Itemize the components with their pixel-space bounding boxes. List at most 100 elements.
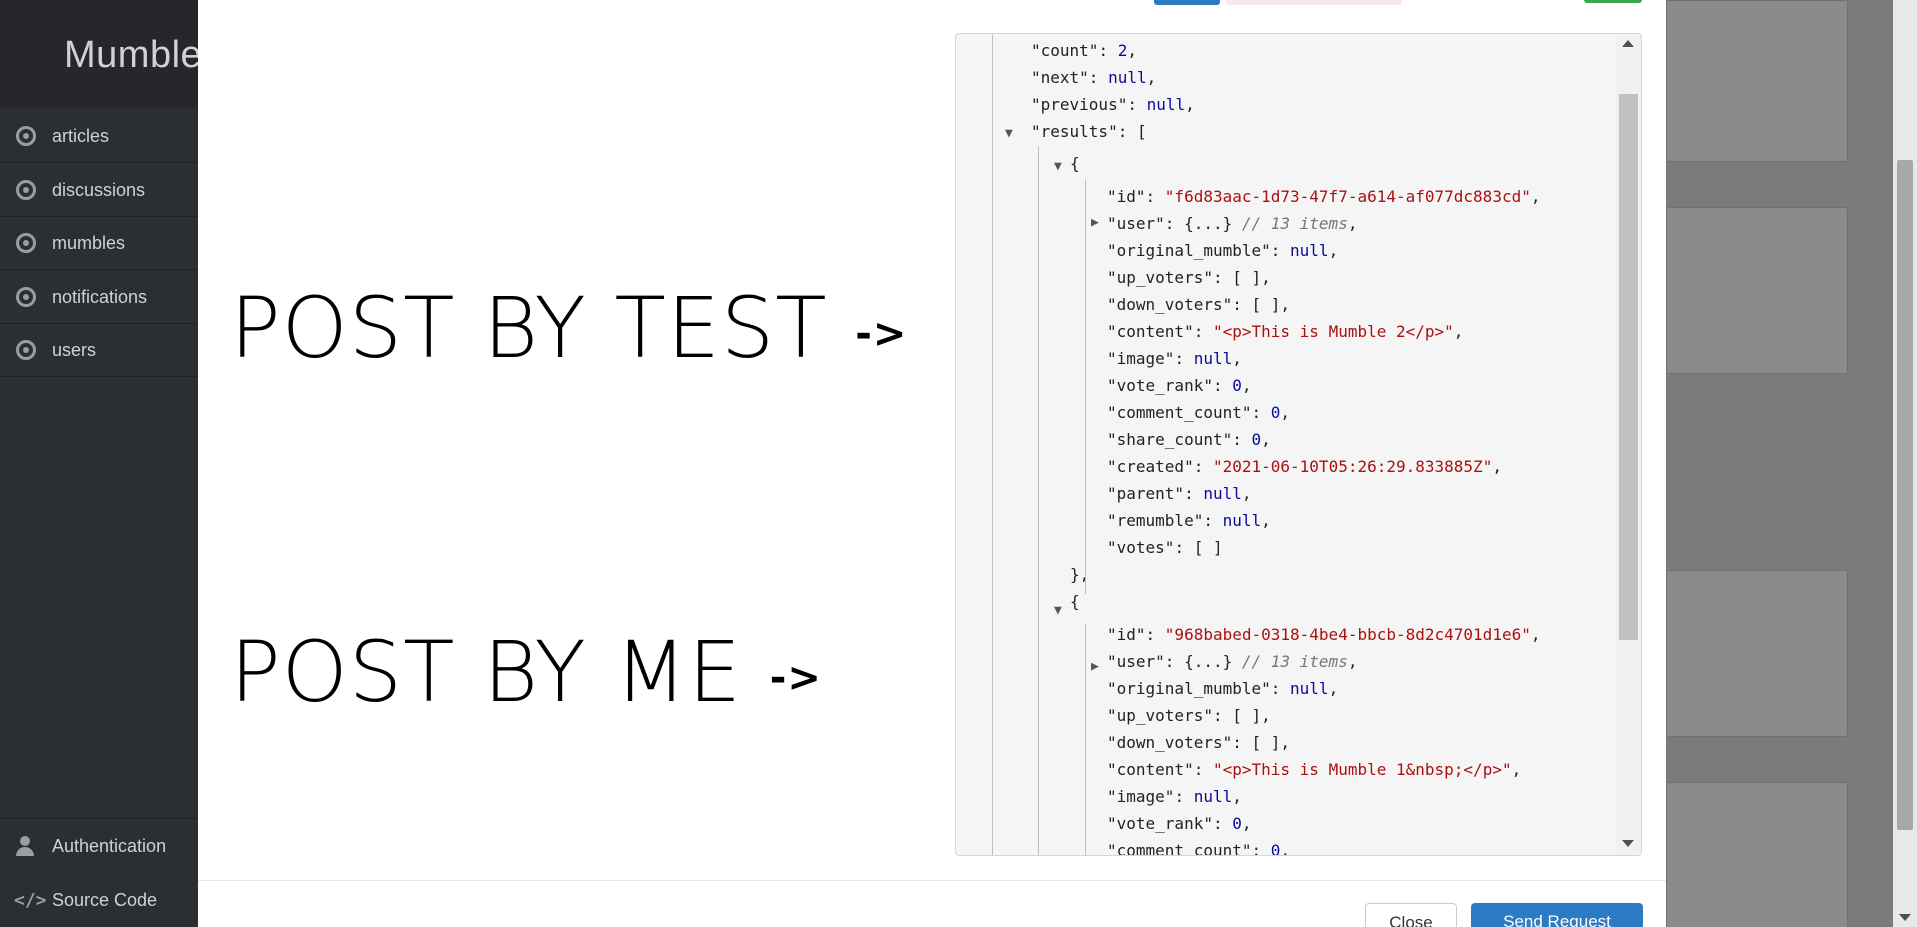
circle-dot-icon [16,233,36,253]
json-token: "votes" [1107,538,1175,557]
sidebar-item-users[interactable]: users [0,324,198,377]
json-line: "count": 2, [1031,37,1137,64]
json-token: 2 [1117,41,1128,60]
sidebar-item-notifications[interactable]: notifications [0,271,198,324]
indent-guide [1038,146,1039,855]
json-token: "next" [1031,68,1089,87]
json-token: : [ ], [1232,733,1291,752]
background-card [1666,207,1848,374]
json-token: "image" [1107,787,1175,806]
top-button-secondary[interactable] [1226,0,1402,5]
json-line: "parent": null, [1107,480,1252,507]
source-code-label: Source Code [52,889,158,910]
json-token: "f6d83aac-1d73-47f7-a614-af077dc883cd" [1164,187,1531,206]
json-line: "comment_count": 0, [1107,399,1290,426]
json-token: "vote_rank" [1107,376,1213,395]
json-token: : [1145,187,1165,206]
top-button-primary[interactable] [1154,0,1220,5]
json-line: "previous": null, [1031,91,1195,118]
top-button-success[interactable] [1584,0,1642,3]
indent-guide [1085,179,1086,594]
json-token: , [1530,625,1541,644]
annotation-post-by-me: POST BY ME -> [230,630,822,714]
arrow-icon: -> [855,311,908,357]
json-token: : {...} [1164,652,1242,671]
json-line: "votes": [ ] [1107,534,1223,561]
json-line: "image": null, [1107,783,1242,810]
json-token: , [1511,760,1522,779]
page-scroll-down-arrow-icon[interactable] [1899,914,1911,921]
sidebar-item-articles[interactable]: articles [0,110,198,163]
json-token: , [1241,376,1252,395]
sidebar-item-mumbles[interactable]: mumbles [0,217,198,270]
close-button[interactable]: Close [1365,903,1457,927]
collapse-object-icon[interactable]: ▼ [1054,597,1068,624]
json-line: "up_voters": [ ], [1107,264,1271,291]
collapse-results-icon[interactable]: ▼ [1005,120,1019,147]
json-line: "remumble": null, [1107,507,1271,534]
background-card [1666,782,1848,927]
expand-user-icon[interactable]: ▶ [1091,653,1105,680]
sidebar-item-label: mumbles [52,232,126,253]
json-token: null [1146,95,1186,114]
user-icon [16,836,34,856]
indent-guide [1085,624,1086,855]
json-token: "original_mumble" [1107,241,1271,260]
background-card [1666,0,1848,162]
json-token: "user" [1107,214,1165,233]
json-line: "user": {...} // 13 items, [1107,210,1357,237]
json-token: : [1088,68,1109,87]
sidebar-footer: Authentication </> Source Code [0,818,198,927]
annotation-post-by-test: POST BY TEST -> [230,286,907,370]
json-scrollbar[interactable] [1616,34,1641,855]
annotation-text: POST BY TEST [230,279,828,377]
json-line: "id": "968babed-0318-4be4-bbcb-8d2c4701d… [1107,621,1540,648]
collapse-object-icon[interactable]: ▼ [1054,153,1068,180]
json-line: "original_mumble": null, [1107,675,1338,702]
json-line: "results": [ [1031,118,1147,145]
circle-dot-icon [16,287,36,307]
json-response-viewer[interactable]: "count": 2, "next": null, "previous": null… [955,33,1642,856]
page-scrollbar[interactable] [1893,0,1917,927]
source-code-link[interactable]: </> Source Code [0,873,198,927]
code-icon: </> [14,889,47,911]
sidebar-item-discussions[interactable]: discussions [0,164,198,217]
json-line: "comment_count": 0, [1107,837,1290,855]
arrow-icon: -> [769,655,822,701]
scroll-up-arrow-icon[interactable] [1622,40,1634,47]
sidebar-item-label: notifications [52,286,148,307]
json-line: { [1070,588,1080,615]
indent-guide [992,34,993,855]
json-token: : [ ], [1212,268,1271,287]
json-token: : [1193,457,1213,476]
json-line: "next": null, [1031,64,1156,91]
json-token: "remumble" [1107,511,1204,530]
json-token: null [1108,68,1147,87]
send-request-button[interactable]: Send Request [1471,903,1643,927]
page-scroll-thumb[interactable] [1897,160,1913,830]
json-token: , [1261,430,1271,449]
json-line: "id": "f6d83aac-1d73-47f7-a614-af077dc88… [1107,183,1540,210]
request-modal: POST BY TEST -> POST BY ME -> "count": 2… [198,0,1666,927]
json-token: // 13 items [1241,214,1348,233]
brand-title[interactable]: Mumble [64,34,202,77]
json-token: : [1174,787,1194,806]
json-token: null [1193,349,1233,368]
json-token: "vote_rank" [1107,814,1213,833]
sidebar-item-label: discussions [52,179,146,200]
json-token: : [ ], [1212,706,1271,725]
json-line: "vote_rank": 0, [1107,810,1252,837]
expand-user-icon[interactable]: ▶ [1091,209,1105,236]
json-line: "content": "<p>This is Mumble 2</p>", [1107,318,1463,345]
json-token: }, [1070,565,1090,584]
scroll-down-arrow-icon[interactable] [1622,840,1634,847]
json-token: null [1290,241,1329,260]
json-token: , [1241,484,1252,503]
json-line: "created": "2021-06-10T05:26:29.833885Z"… [1107,453,1502,480]
json-token: : [1193,760,1213,779]
json-token: "user" [1107,652,1165,671]
authentication-link[interactable]: Authentication [0,819,198,873]
scroll-thumb[interactable] [1619,94,1638,640]
json-token: "count" [1031,41,1099,60]
json-token: "content" [1107,322,1194,341]
